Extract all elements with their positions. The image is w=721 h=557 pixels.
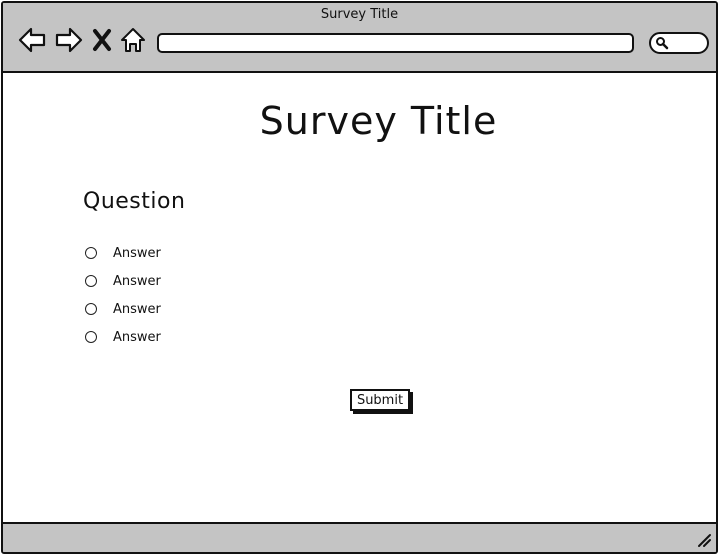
back-arrow-icon[interactable] [17,25,47,55]
browser-window: Survey Title Survey Title Question Answe… [1,1,718,554]
radio-button[interactable] [85,331,97,343]
submit-button[interactable]: Submit [350,389,410,411]
stop-icon[interactable] [89,25,115,55]
page-content: Survey Title Question Answer Answer Answ… [3,73,716,524]
radio-button[interactable] [85,303,97,315]
question-label: Question [83,189,186,214]
resize-grip-icon[interactable] [696,532,712,548]
answer-option[interactable]: Answer [85,323,161,351]
answer-label: Answer [113,301,161,317]
answer-label: Answer [113,329,161,345]
window-title: Survey Title [320,7,399,22]
radio-button[interactable] [85,247,97,259]
status-bar [3,522,716,552]
page-title: Survey Title [259,99,498,143]
browser-toolbar: Survey Title [3,3,716,73]
forward-arrow-icon[interactable] [54,25,84,55]
search-icon [656,37,669,50]
answer-option[interactable]: Answer [85,295,161,323]
radio-button[interactable] [85,275,97,287]
answer-label: Answer [113,245,161,261]
answer-option[interactable]: Answer [85,239,161,267]
address-bar[interactable] [157,33,634,53]
answer-label: Answer [113,273,161,289]
answer-option[interactable]: Answer [85,267,161,295]
search-input[interactable] [649,32,709,54]
home-icon[interactable] [119,25,147,55]
answer-list: Answer Answer Answer Answer [85,239,161,351]
